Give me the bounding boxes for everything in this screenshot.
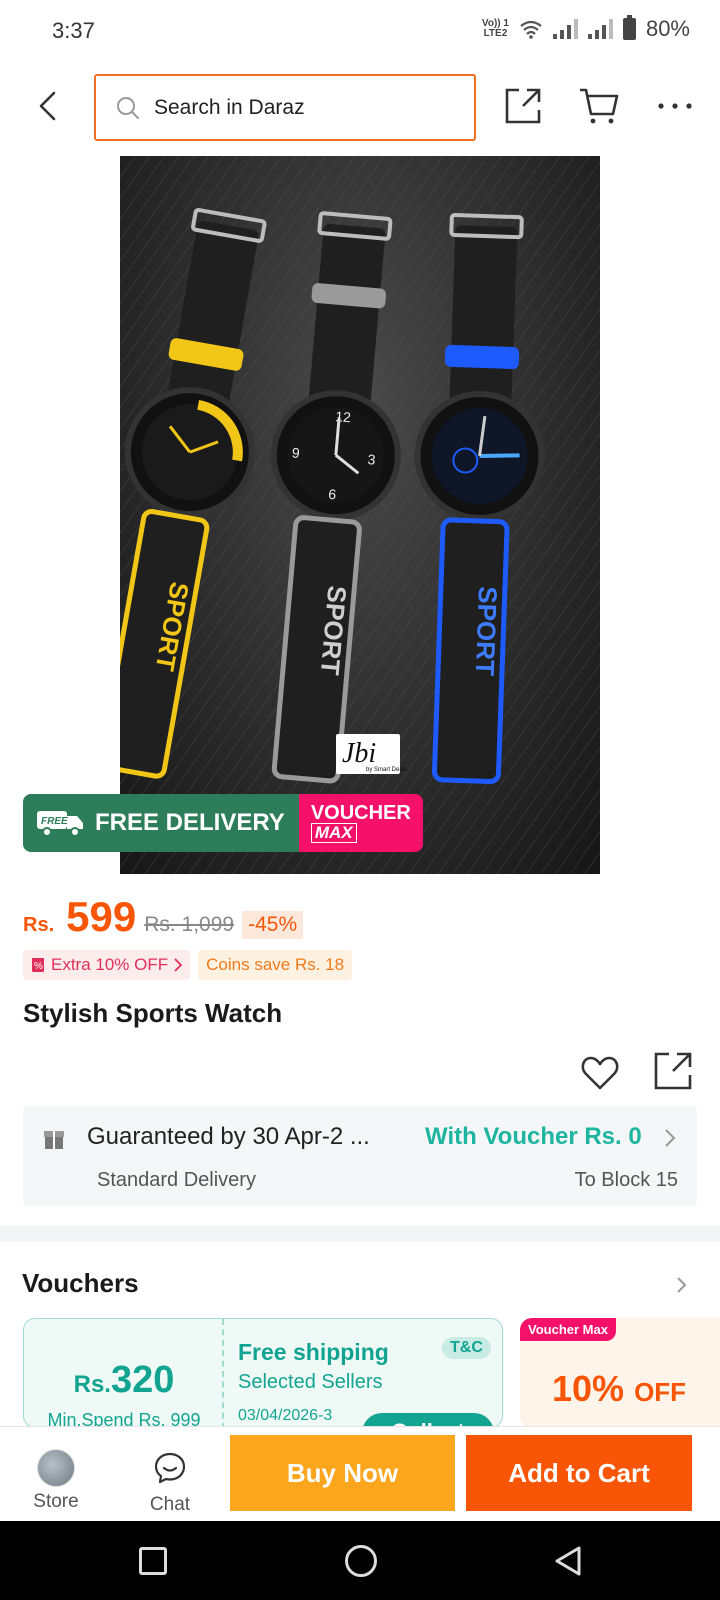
voucher-max-badge: VOUCHER MAX: [298, 794, 423, 852]
svg-text:SPORT: SPORT: [470, 586, 503, 677]
product-title: Stylish Sports Watch: [23, 998, 283, 1028]
section-divider: [0, 1226, 720, 1242]
price-row: Rs. 599 Rs. 1,099 -45%: [23, 893, 304, 941]
voucher-title: Free shipping: [238, 1339, 389, 1365]
delivery-card[interactable]: Guaranteed by 30 Apr-2 ... With Voucher …: [23, 1106, 697, 1206]
price-original: Rs. 1,099: [144, 913, 235, 936]
svg-text:Jbi: Jbi: [342, 738, 376, 769]
voucher-amount: Rs.320: [24, 1359, 224, 1402]
chevron-right-icon: [174, 958, 183, 972]
promo-tags: % Extra 10% OFF Coins save Rs. 18: [23, 950, 353, 980]
svg-text:by Smart Deals: by Smart Deals: [366, 767, 407, 773]
promo-banner[interactable]: FREE FREE DELIVERY VOUCHER MAX: [23, 794, 423, 852]
share-icon[interactable]: [503, 86, 543, 126]
add-to-cart-button[interactable]: Add to Cart: [466, 1435, 692, 1511]
chevron-right-icon: [665, 1129, 676, 1147]
back-icon[interactable]: [553, 1545, 583, 1577]
volte-icon: Vo)) 1 LTE2: [482, 19, 509, 39]
store-button[interactable]: Store: [22, 1427, 90, 1522]
chat-label: Chat: [149, 1494, 191, 1515]
delivery-destination: To Block 15: [574, 1169, 678, 1191]
voucher-date: 03/04/2026-3: [238, 1407, 333, 1424]
voucher-subtitle: Selected Sellers: [238, 1371, 383, 1393]
price-currency: Rs.: [23, 914, 55, 936]
voucher-percent-value: 10%: [552, 1368, 625, 1409]
battery-percent: 80%: [645, 16, 690, 41]
svg-text:9: 9: [291, 444, 300, 461]
back-arrow-icon[interactable]: [30, 88, 66, 124]
top-nav: Search in Daraz: [0, 62, 720, 152]
chevron-right-icon[interactable]: [676, 1275, 688, 1295]
svg-text:FREE: FREE: [41, 816, 68, 827]
buy-now-button[interactable]: Buy Now: [230, 1435, 455, 1511]
wifi-icon: [520, 20, 542, 39]
recent-apps-icon[interactable]: [139, 1547, 167, 1575]
vouchers-title: Vouchers: [22, 1268, 139, 1298]
free-delivery-badge: FREE FREE DELIVERY: [23, 794, 299, 852]
truck-icon: FREE: [37, 811, 83, 837]
free-delivery-text: FREE DELIVERY: [95, 809, 285, 836]
signal-icon: [587, 19, 613, 39]
voucher-card[interactable]: Rs.320 Min.Spend Rs. 999 Free shipping S…: [23, 1318, 503, 1428]
search-icon: [117, 96, 139, 119]
status-bar: 3:37 Vo)) 1 LTE2 80%: [0, 0, 720, 62]
search-placeholder: Search in Daraz: [154, 95, 305, 119]
store-label: Store: [33, 1491, 79, 1512]
max-text: MAX: [310, 823, 357, 843]
battery-icon: [622, 15, 636, 40]
delivery-voucher: With Voucher Rs. 0: [425, 1123, 642, 1150]
home-icon[interactable]: [345, 1545, 377, 1577]
coins-tag[interactable]: Coins save Rs. 18: [198, 950, 353, 980]
product-image[interactable]: SPORT 12 3 6 9 SPORT SPORT Jbi by Smart …: [120, 156, 600, 874]
svg-text:%: %: [34, 961, 43, 972]
bottom-action-bar: Store Chat Buy Now Add to Cart: [0, 1426, 720, 1521]
voucher-percent: 10% OFF: [552, 1368, 686, 1410]
chat-button[interactable]: Chat: [136, 1427, 204, 1522]
voucher-text: VOUCHER: [310, 802, 411, 824]
discount-badge: -45%: [242, 911, 304, 939]
svg-text:6: 6: [328, 486, 337, 503]
voucher-value: 320: [110, 1359, 175, 1401]
watches-illustration: SPORT 12 3 6 9 SPORT SPORT Jbi by Smart …: [120, 156, 600, 874]
extra-off-tag[interactable]: % Extra 10% OFF: [23, 950, 191, 980]
delivery-guarantee: Guaranteed by 30 Apr-2 ...: [87, 1123, 370, 1150]
delivery-type: Standard Delivery: [97, 1169, 256, 1191]
heart-icon[interactable]: [580, 1053, 620, 1093]
tc-badge[interactable]: T&C: [442, 1337, 491, 1359]
voucher-currency: Rs.: [73, 1371, 111, 1398]
svg-text:12: 12: [335, 408, 352, 425]
status-icons: Vo)) 1 LTE2 80%: [482, 15, 690, 42]
system-nav-bar: [0, 1521, 720, 1600]
search-input[interactable]: Search in Daraz: [94, 74, 476, 141]
signal-icon: [552, 19, 578, 39]
extra-off-text: Extra 10% OFF: [51, 955, 169, 974]
price-current: 599: [66, 893, 137, 940]
voucher-off-text: OFF: [634, 1377, 687, 1407]
share-icon[interactable]: [652, 1050, 694, 1092]
more-icon[interactable]: [655, 86, 695, 126]
chat-icon: [154, 1452, 186, 1484]
status-time: 3:37: [52, 18, 95, 43]
svg-text:3: 3: [367, 451, 376, 468]
store-avatar: [37, 1449, 75, 1487]
volte-bottom-text: LTE2: [483, 28, 508, 39]
brand-logo: Jbi by Smart Deals: [336, 734, 407, 774]
coupon-icon: %: [32, 958, 44, 972]
cart-icon[interactable]: [578, 86, 620, 126]
voucher-card[interactable]: Voucher Max 10% OFF: [520, 1318, 720, 1428]
voucher-max-label: Voucher Max: [520, 1318, 616, 1341]
package-icon: [44, 1131, 64, 1149]
